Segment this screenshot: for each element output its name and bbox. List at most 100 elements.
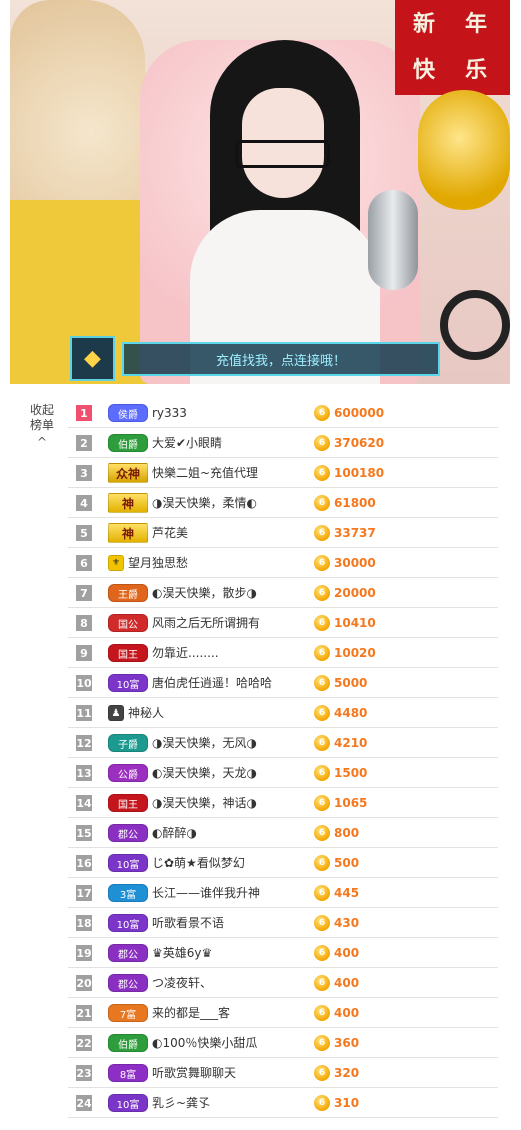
- coin-icon: 6: [314, 975, 330, 991]
- contribution-amount: 400: [334, 1006, 360, 1020]
- user-name[interactable]: 快樂二姐~充值代理: [152, 458, 258, 488]
- contribution-amount: 61800: [334, 496, 376, 510]
- contribution-amount: 400: [334, 976, 360, 990]
- ranking-row[interactable]: 24 10富 乳彡~龚孓 6 310: [68, 1088, 498, 1118]
- coin-icon: 6: [314, 495, 330, 511]
- ranking-row[interactable]: 18 10富 听歌看景不语 6 430: [68, 908, 498, 938]
- rank-title-badge: 国王: [108, 794, 148, 812]
- collapse-ranking-toggle[interactable]: 收起 榜单 ^: [22, 403, 62, 450]
- ranking-row[interactable]: 19 郡公 ♛英雄6y♛ 6 400: [68, 938, 498, 968]
- rank-title-badge: 神: [108, 523, 148, 543]
- rank-title-badge: 众神: [108, 463, 148, 483]
- rank-title-badge: 国王: [108, 644, 148, 662]
- user-name[interactable]: ◐醉醉◑: [152, 818, 197, 848]
- ranking-row[interactable]: 2 伯爵 大爱✔小眼睛 6 370620: [68, 428, 498, 458]
- rank-title-badge: 10富: [108, 914, 148, 932]
- contribution-amount: 360: [334, 1036, 360, 1050]
- rank-number: 3: [76, 465, 92, 481]
- user-name[interactable]: ◐淏天快樂，散步◑: [152, 578, 257, 608]
- coin-icon: 6: [314, 1065, 330, 1081]
- coin-icon: 6: [314, 885, 330, 901]
- user-name[interactable]: 大爱✔小眼睛: [152, 428, 222, 458]
- ranking-row[interactable]: 7 王爵 ◐淏天快樂，散步◑ 6 20000: [68, 578, 498, 608]
- rank-number: 13: [76, 765, 92, 781]
- rank-number: 16: [76, 855, 92, 871]
- user-name[interactable]: 勿靠近........: [152, 638, 219, 668]
- rank-number: 11: [76, 705, 92, 721]
- user-name[interactable]: 望月独思愁: [128, 548, 188, 578]
- ranking-row[interactable]: 1 侯爵 ry333 6 600000: [68, 398, 498, 428]
- user-name[interactable]: ♛英雄6y♛: [152, 938, 212, 968]
- contribution-amount: 320: [334, 1066, 360, 1080]
- ranking-row[interactable]: 16 10富 じ✿萌★看似梦幻 6 500: [68, 848, 498, 878]
- contribution-amount: 4210: [334, 736, 368, 750]
- recharge-banner-text[interactable]: 充值找我，点连接哦！: [122, 342, 440, 376]
- user-name[interactable]: ◑淏天快樂，无风◑: [152, 728, 257, 758]
- diamond-icon: ◆: [70, 336, 115, 381]
- ranking-row[interactable]: 14 国王 ◑淏天快樂，神话◑ 6 1065: [68, 788, 498, 818]
- contribution-amount: 30000: [334, 556, 376, 570]
- ranking-row[interactable]: 23 8富 听歌赏舞聊聊天 6 320: [68, 1058, 498, 1088]
- ranking-row[interactable]: 17 3富 长江——谁伴我升神 6 445: [68, 878, 498, 908]
- ranking-row[interactable]: 20 郡公 つ凌夜轩、 6 400: [68, 968, 498, 998]
- ranking-row[interactable]: 22 伯爵 ◐100％快樂小甜瓜 6 360: [68, 1028, 498, 1058]
- user-name[interactable]: つ凌夜轩、: [152, 968, 212, 998]
- user-name[interactable]: 听歌赏舞聊聊天: [152, 1058, 236, 1088]
- user-name[interactable]: 唐伯虎任逍遥！哈哈哈: [152, 668, 272, 698]
- rank-number: 15: [76, 825, 92, 841]
- user-name[interactable]: 芦花美: [152, 518, 188, 548]
- rank-title-badge: 10富: [108, 1094, 148, 1112]
- ranking-row[interactable]: 21 7富 来的都是___客 6 400: [68, 998, 498, 1028]
- ranking-row[interactable]: 5 神芦花美 6 33737: [68, 518, 498, 548]
- contribution-amount: 800: [334, 826, 360, 840]
- rank-title-badge: 3富: [108, 884, 148, 902]
- user-name[interactable]: 来的都是___客: [152, 998, 230, 1028]
- user-name[interactable]: 神秘人: [128, 698, 164, 728]
- ranking-row[interactable]: 6 ⚜ 望月独思愁 6 30000: [68, 548, 498, 578]
- recharge-banner[interactable]: ◆ 充值找我，点连接哦！: [70, 336, 442, 381]
- coin-icon: 6: [314, 1005, 330, 1021]
- user-name[interactable]: 风雨之后无所谓拥有: [152, 608, 260, 638]
- rank-number: 4: [76, 495, 92, 511]
- ranking-list: 1 侯爵 ry333 6 600000 2 伯爵 大爱✔小眼睛 6 370620 3 众神 快樂二姐~充…: [68, 398, 498, 1118]
- contribution-amount: 600000: [334, 406, 385, 420]
- user-name[interactable]: 乳彡~龚孓: [152, 1088, 210, 1118]
- live-stream-video[interactable]: 新 年 快 乐: [10, 0, 510, 384]
- user-name[interactable]: じ✿萌★看似梦幻: [152, 848, 245, 878]
- user-name[interactable]: 听歌看景不语: [152, 908, 224, 938]
- coin-icon: 6: [314, 1035, 330, 1051]
- user-name[interactable]: 长江——谁伴我升神: [152, 878, 260, 908]
- user-name[interactable]: ◐100％快樂小甜瓜: [152, 1028, 257, 1058]
- ranking-row[interactable]: 3 众神 快樂二姐~充值代理 6 100180: [68, 458, 498, 488]
- coin-icon: 6: [314, 525, 330, 541]
- rank-number: 22: [76, 1035, 92, 1051]
- coin-icon: 6: [314, 645, 330, 661]
- collapse-label: 收起: [29, 403, 54, 417]
- ranking-row[interactable]: 15 郡公 ◐醉醉◑ 6 800: [68, 818, 498, 848]
- rank-title-badge: 子爵: [108, 734, 148, 752]
- chevron-up-icon: ^: [36, 435, 48, 449]
- level-badge-icon: ⚜: [108, 555, 124, 571]
- ranking-row[interactable]: 4 神 ◑淏天快樂，柔情◐ 6 61800: [68, 488, 498, 518]
- user-name[interactable]: ◑淏天快樂，柔情◐: [152, 488, 257, 518]
- ranking-row[interactable]: 12 子爵 ◑淏天快樂，无风◑ 6 4210: [68, 728, 498, 758]
- rank-title-badge: 郡公: [108, 974, 148, 992]
- rank-number: 19: [76, 945, 92, 961]
- user-name[interactable]: ry333: [152, 398, 187, 428]
- ranking-row[interactable]: 11 ♟ 神秘人 6 4480: [68, 698, 498, 728]
- rank-title-badge: 郡公: [108, 944, 148, 962]
- ranking-row[interactable]: 9 国王 勿靠近........ 6 10020: [68, 638, 498, 668]
- ranking-row[interactable]: 13 公爵 ◐淏天快樂，天龙◑ 6 1500: [68, 758, 498, 788]
- rank-title-badge: 神: [108, 493, 148, 513]
- coin-icon: 6: [314, 555, 330, 571]
- coin-icon: 6: [314, 855, 330, 871]
- ranking-row[interactable]: 8 国公 风雨之后无所谓拥有 6 10410: [68, 608, 498, 638]
- contribution-amount: 370620: [334, 436, 385, 450]
- rank-title-badge: 公爵: [108, 764, 148, 782]
- ranking-row[interactable]: 10 10富 唐伯虎任逍遥！哈哈哈 6 5000: [68, 668, 498, 698]
- user-name[interactable]: ◐淏天快樂，天龙◑: [152, 758, 257, 788]
- coin-icon: 6: [314, 945, 330, 961]
- user-name[interactable]: ◑淏天快樂，神话◑: [152, 788, 257, 818]
- contribution-amount: 100180: [334, 466, 385, 480]
- coin-icon: 6: [314, 765, 330, 781]
